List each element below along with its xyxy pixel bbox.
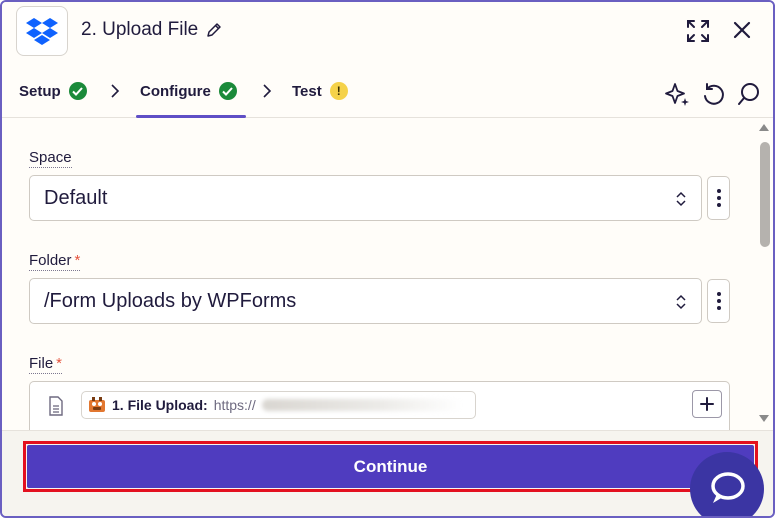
tab-setup[interactable]: Setup (19, 82, 87, 100)
scroll-down-arrow[interactable] (759, 415, 769, 422)
panel-header: 2. Upload File (2, 2, 773, 64)
sparkle-icon[interactable] (664, 81, 690, 107)
kebab-dot (716, 306, 721, 310)
step-tabs: Setup Configure Test ! (2, 68, 773, 118)
wpforms-icon (89, 397, 105, 412)
space-more-options[interactable] (707, 176, 730, 220)
dropbox-icon (16, 6, 68, 56)
file-label-text: File (29, 355, 54, 372)
folder-label-text: Folder (29, 252, 72, 269)
tab-setup-label: Setup (19, 82, 61, 100)
space-label-text: Space (29, 149, 72, 166)
tab-configure-label: Configure (140, 82, 211, 100)
plus-icon (700, 397, 714, 411)
check-circle-icon (218, 82, 237, 100)
search-icon[interactable] (736, 81, 762, 107)
close-icon[interactable] (730, 18, 754, 42)
file-upload-token[interactable]: 1. File Upload: https:// (81, 391, 476, 419)
panel-footer: Continue (2, 430, 773, 516)
check-circle-icon (68, 82, 87, 100)
required-marker: * (56, 355, 63, 372)
upload-file-panel: 2. Upload File Setup Configure Test ! Sp… (0, 0, 775, 518)
step-title: 2. Upload File (81, 19, 199, 40)
pencil-icon[interactable] (206, 22, 222, 43)
folder-select-value: /Form Uploads by WPForms (44, 290, 297, 312)
kebab-dot (716, 196, 721, 200)
file-upload-token-value: https:// (213, 397, 256, 413)
kebab-dot (716, 203, 721, 207)
chevron-right-icon (263, 84, 272, 98)
file-label: File * (29, 355, 63, 374)
file-upload-token-label: 1. File Upload: (112, 397, 208, 413)
tab-test-label: Test (292, 82, 322, 100)
folder-select[interactable]: /Form Uploads by WPForms (29, 278, 702, 324)
space-select[interactable]: Default (29, 175, 702, 221)
space-label: Space (29, 149, 72, 168)
required-marker: * (74, 252, 81, 269)
chat-support-button[interactable] (690, 452, 764, 516)
scrollbar-thumb[interactable] (760, 142, 770, 247)
active-tab-indicator (136, 115, 246, 118)
kebab-dot (716, 299, 721, 303)
undo-icon[interactable] (700, 81, 726, 107)
expand-icon[interactable] (685, 18, 711, 44)
updown-chevron-icon (676, 191, 686, 207)
tab-configure[interactable]: Configure (140, 82, 237, 100)
chat-icon (711, 472, 745, 503)
document-icon (49, 396, 63, 416)
config-form: Space Default Folder * /Form Uploads by W… (2, 119, 773, 430)
folder-label: Folder * (29, 252, 81, 271)
continue-button[interactable]: Continue (27, 445, 754, 488)
kebab-dot (716, 292, 721, 296)
warning-icon: ! (329, 82, 348, 100)
add-mapping-button[interactable] (692, 390, 722, 418)
file-input[interactable]: 1. File Upload: https:// (29, 381, 730, 430)
updown-chevron-icon (676, 294, 686, 310)
scroll-up-arrow[interactable] (759, 124, 769, 131)
redacted-url (261, 399, 462, 411)
tab-test[interactable]: Test ! (292, 82, 348, 100)
chevron-right-icon (111, 84, 120, 98)
folder-more-options[interactable] (707, 279, 730, 323)
kebab-dot (716, 189, 721, 193)
space-select-value: Default (44, 187, 108, 209)
